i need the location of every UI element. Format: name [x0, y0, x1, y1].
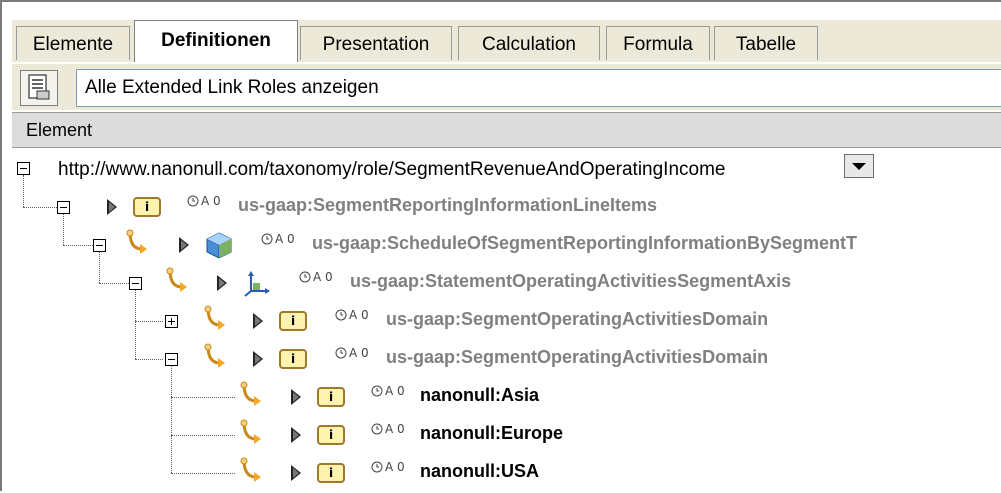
list-icon	[28, 74, 50, 100]
clock-icon	[261, 233, 273, 245]
arc-role-icon	[204, 305, 225, 330]
attribute-marker: A 0	[313, 270, 333, 284]
item-icon: i	[133, 197, 161, 217]
attribute-marker: A 0	[201, 194, 221, 208]
collapse-toggle[interactable]	[17, 162, 30, 175]
expand-triangle-icon[interactable]	[291, 389, 301, 405]
tree-line	[99, 251, 100, 283]
expand-triangle-icon[interactable]	[253, 351, 263, 367]
hypercube-icon	[206, 232, 232, 259]
tree-line	[135, 289, 136, 359]
tree-line	[23, 207, 57, 208]
tree-item-label[interactable]: nanonull:USA	[420, 461, 539, 482]
arc-role-icon	[240, 419, 261, 444]
arc-role-icon	[166, 267, 187, 292]
tree-item-label[interactable]: nanonull:Asia	[420, 385, 539, 406]
clock-icon	[371, 461, 383, 473]
tree-line	[135, 321, 163, 322]
tree-item-label[interactable]: us-gaap:SegmentOperatingActivitiesDomain	[386, 309, 768, 330]
tab-formula[interactable]: Formula	[606, 26, 710, 60]
link-role-list-button[interactable]	[20, 70, 58, 106]
expand-toggle[interactable]	[165, 315, 178, 328]
collapse-toggle[interactable]	[129, 277, 142, 290]
tree-line	[23, 175, 24, 207]
tree-line	[171, 365, 172, 473]
tab-presentation[interactable]: Presentation	[300, 26, 452, 60]
expand-triangle-icon[interactable]	[217, 275, 227, 291]
collapse-toggle[interactable]	[165, 353, 178, 366]
expand-triangle-icon[interactable]	[107, 199, 117, 215]
arc-role-icon	[126, 229, 147, 254]
tree-item-label[interactable]: us-gaap:ScheduleOfSegmentReportingInform…	[312, 233, 857, 254]
item-icon: i	[317, 425, 345, 445]
tree-item-label[interactable]: us-gaap:SegmentOperatingActivitiesDomain	[386, 347, 768, 368]
tab-calculation[interactable]: Calculation	[458, 26, 600, 60]
role-url: http://www.nanonull.com/taxonomy/role/Se…	[58, 159, 726, 180]
expand-triangle-icon[interactable]	[291, 465, 301, 481]
axis-icon	[244, 271, 270, 297]
clock-icon	[335, 347, 347, 359]
arc-role-icon	[240, 381, 261, 406]
tree-line	[99, 283, 129, 284]
tree-item-label[interactable]: us-gaap:SegmentReportingInformationLineI…	[238, 195, 657, 216]
tab-tabelle[interactable]: Tabelle	[714, 26, 818, 60]
collapse-toggle[interactable]	[57, 201, 70, 214]
tree-line	[171, 473, 235, 474]
attribute-marker: A 0	[385, 460, 405, 474]
tree-line	[63, 245, 93, 246]
collapse-toggle[interactable]	[93, 239, 106, 252]
item-icon: i	[279, 349, 307, 369]
column-header-element[interactable]: Element	[12, 112, 1001, 148]
arc-role-icon	[204, 343, 225, 368]
role-dropdown-button[interactable]	[844, 154, 874, 178]
attribute-marker: A 0	[349, 346, 369, 360]
taxonomy-panel: Elemente Definitionen Presentation Calcu…	[0, 0, 1001, 491]
clock-icon	[299, 271, 311, 283]
attribute-marker: A 0	[275, 232, 295, 246]
tree-item-label[interactable]: us-gaap:StatementOperatingActivitiesSegm…	[350, 271, 791, 292]
expand-triangle-icon[interactable]	[291, 427, 301, 443]
clock-icon	[371, 385, 383, 397]
item-icon: i	[279, 311, 307, 331]
arc-role-icon	[240, 457, 261, 482]
tree-item-label[interactable]: nanonull:Europe	[420, 423, 563, 444]
tree-line	[171, 435, 235, 436]
link-role-field[interactable]: Alle Extended Link Roles anzeigen	[76, 69, 1001, 107]
expand-triangle-icon[interactable]	[179, 237, 189, 253]
item-icon: i	[317, 463, 345, 483]
clock-icon	[187, 195, 199, 207]
tree-line	[135, 359, 163, 360]
clock-icon	[335, 309, 347, 321]
tab-elemente[interactable]: Elemente	[16, 26, 130, 60]
definition-tree: http://www.nanonull.com/taxonomy/role/Se…	[12, 149, 1001, 493]
tab-definitionen[interactable]: Definitionen	[134, 20, 298, 62]
attribute-marker: A 0	[385, 422, 405, 436]
tree-line	[171, 397, 235, 398]
clock-icon	[371, 423, 383, 435]
expand-triangle-icon[interactable]	[253, 313, 263, 329]
attribute-marker: A 0	[385, 384, 405, 398]
item-icon: i	[317, 387, 345, 407]
attribute-marker: A 0	[349, 308, 369, 322]
tree-line	[63, 213, 64, 245]
